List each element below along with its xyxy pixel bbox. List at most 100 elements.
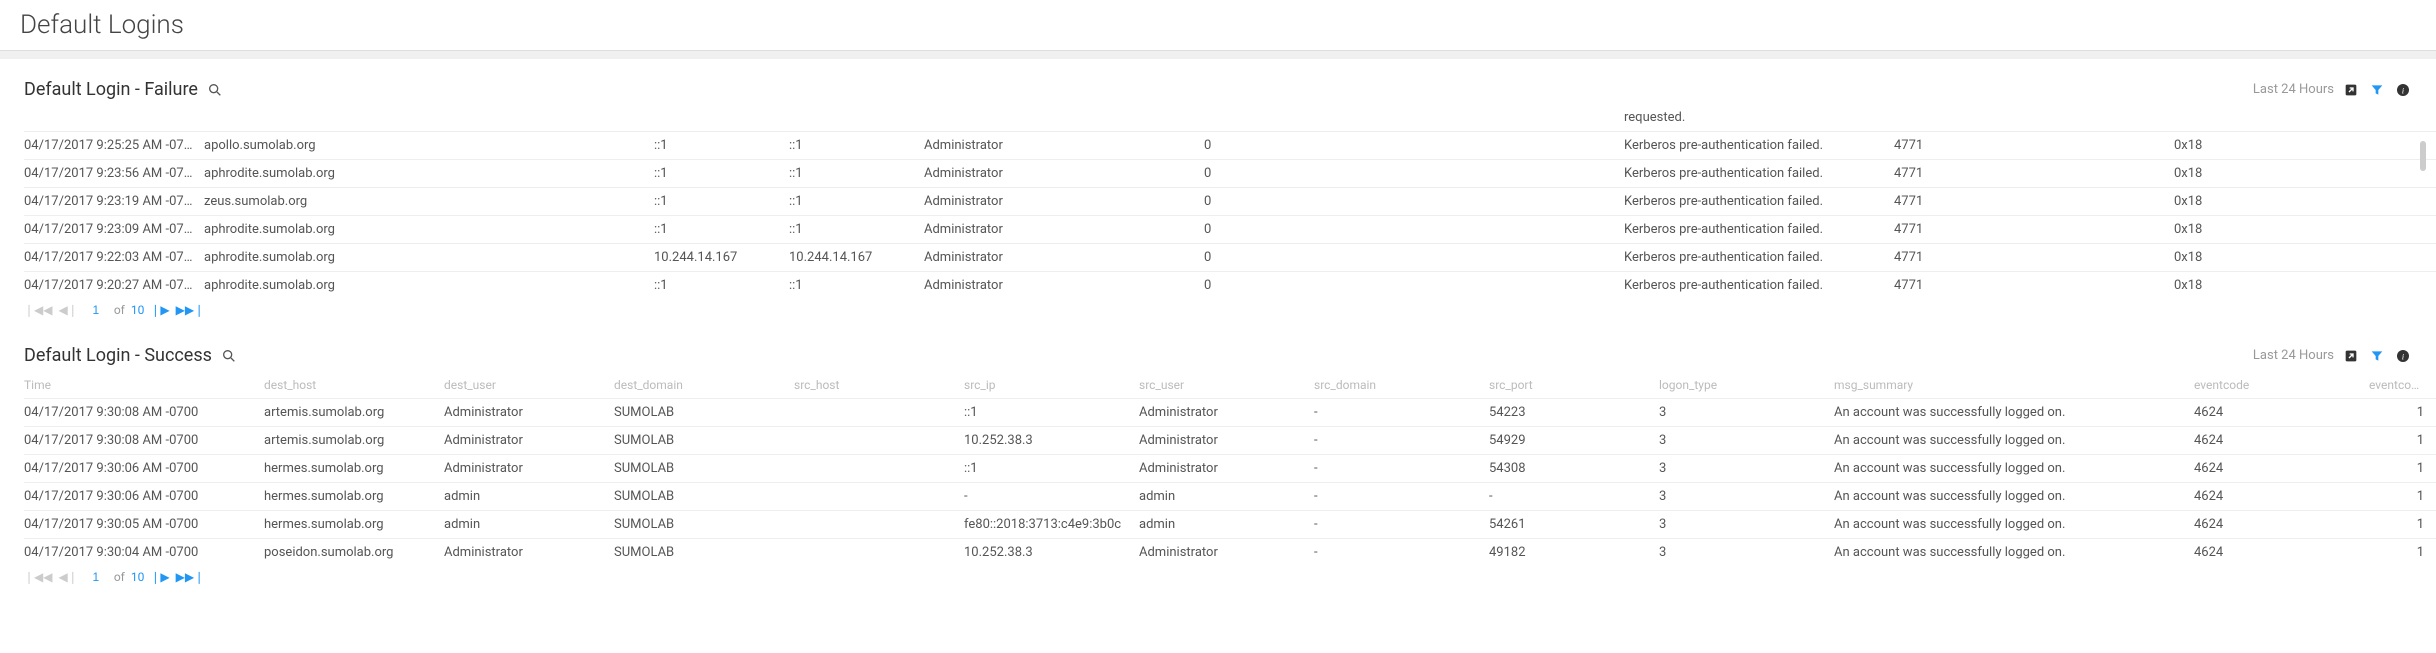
- column-header[interactable]: dest_user: [444, 372, 614, 399]
- cell-src_domain: -: [1314, 455, 1489, 483]
- cell-dest_host: artemis.sumolab.org: [264, 399, 444, 427]
- cell-eventcode: 4624: [2194, 455, 2369, 483]
- column-header[interactable]: Time: [24, 372, 264, 399]
- magnify-icon[interactable]: [206, 81, 224, 99]
- column-header[interactable]: dest_domain: [614, 372, 794, 399]
- filter-icon[interactable]: [2368, 81, 2386, 99]
- table-row[interactable]: 04/17/2017 9:30:08 AM -0700artemis.sumol…: [24, 427, 2436, 455]
- table-header-row: Timedest_hostdest_userdest_domainsrc_hos…: [24, 372, 2436, 399]
- filter-icon[interactable]: [2368, 347, 2386, 365]
- cell-time: 04/17/2017 9:23:09 AM -0700: [24, 216, 204, 244]
- column-header[interactable]: src_domain: [1314, 372, 1489, 399]
- cell-eventcount: 1: [2369, 483, 2436, 511]
- cell-user: Administrator: [924, 160, 1204, 188]
- page-current-input[interactable]: [84, 303, 108, 317]
- page-next-icon[interactable]: ❘▶: [150, 303, 169, 317]
- table-row[interactable]: 04/17/2017 9:30:06 AM -0700hermes.sumola…: [24, 455, 2436, 483]
- cell-src_domain: -: [1314, 427, 1489, 455]
- column-header[interactable]: eventcode: [2194, 372, 2369, 399]
- panel-failure-actions: Last 24 Hours i: [2253, 81, 2412, 99]
- cell-src_domain: -: [1314, 511, 1489, 539]
- page-total: 10: [131, 570, 145, 584]
- column-header[interactable]: src_user: [1139, 372, 1314, 399]
- cell-src_host: [794, 427, 964, 455]
- cell-code: 4771: [1894, 132, 2174, 160]
- scrollbar-thumb[interactable]: [2420, 141, 2426, 171]
- cell-src_host: [794, 399, 964, 427]
- cell-src_ip: ::1: [964, 399, 1139, 427]
- table-row[interactable]: 04/17/2017 9:23:56 AM -0700aphrodite.sum…: [24, 160, 2436, 188]
- column-header[interactable]: msg_summary: [1834, 372, 2194, 399]
- page-next-icon[interactable]: ❘▶: [150, 570, 169, 584]
- page-first-icon[interactable]: ❘◀◀: [24, 570, 53, 584]
- cell-code: 4771: [1894, 272, 2174, 300]
- header-divider: [0, 51, 2436, 59]
- page-of-label: of: [114, 303, 125, 317]
- cell-host: zeus.sumolab.org: [204, 188, 654, 216]
- cell-msg: Kerberos pre-authentication failed.: [1624, 216, 1894, 244]
- cell-src_host: [794, 455, 964, 483]
- cell-msg_summary: An account was successfully logged on.: [1834, 455, 2194, 483]
- cell-eventcode: 4624: [2194, 427, 2369, 455]
- cell-dest_user: Administrator: [444, 427, 614, 455]
- cell-dest_host: hermes.sumolab.org: [264, 483, 444, 511]
- cell-src2: ::1: [789, 216, 924, 244]
- column-header[interactable]: src_ip: [964, 372, 1139, 399]
- cell-msg_summary: An account was successfully logged on.: [1834, 539, 2194, 567]
- table-row[interactable]: 04/17/2017 9:30:06 AM -0700hermes.sumola…: [24, 483, 2436, 511]
- cell-time: 04/17/2017 9:20:27 AM -0700: [24, 272, 204, 300]
- cell-src1: ::1: [654, 188, 789, 216]
- cell-dest_domain: SUMOLAB: [614, 399, 794, 427]
- cell-eventcode: 4624: [2194, 511, 2369, 539]
- page-current-input[interactable]: [84, 570, 108, 584]
- cell-status: 0x18: [2174, 160, 2436, 188]
- table-row[interactable]: 04/17/2017 9:25:25 AM -0700apollo.sumola…: [24, 132, 2436, 160]
- cell-status: 0x18: [2174, 272, 2436, 300]
- panel-failure-header: Default Login - Failure Last 24 Hours i: [8, 69, 2428, 106]
- column-header[interactable]: eventcount: [2369, 372, 2436, 399]
- magnify-icon[interactable]: [220, 347, 238, 365]
- open-in-search-icon[interactable]: [2342, 347, 2360, 365]
- table-row[interactable]: 04/17/2017 9:20:27 AM -0700aphrodite.sum…: [24, 272, 2436, 300]
- cell-status: 0x18: [2174, 188, 2436, 216]
- info-icon[interactable]: i: [2394, 347, 2412, 365]
- cell-src_user: admin: [1139, 511, 1314, 539]
- column-header[interactable]: src_host: [794, 372, 964, 399]
- cell-host: apollo.sumolab.org: [204, 132, 654, 160]
- cell-src2: 10.244.14.167: [789, 244, 924, 272]
- cell-host: aphrodite.sumolab.org: [204, 272, 654, 300]
- cell-msg: Kerberos pre-authentication failed.: [1624, 132, 1894, 160]
- table-row[interactable]: 04/17/2017 9:30:08 AM -0700artemis.sumol…: [24, 399, 2436, 427]
- page-last-icon[interactable]: ▶▶❘: [176, 303, 205, 317]
- table-row[interactable]: 04/17/2017 9:23:09 AM -0700aphrodite.sum…: [24, 216, 2436, 244]
- failure-table-wrap: 04/17/2017 9:25:25 AM -0700apollo.sumola…: [8, 131, 2428, 325]
- cell-eventcount: 1: [2369, 539, 2436, 567]
- column-header[interactable]: src_port: [1489, 372, 1659, 399]
- table-row[interactable]: 04/17/2017 9:22:03 AM -0700aphrodite.sum…: [24, 244, 2436, 272]
- table-row[interactable]: 04/17/2017 9:30:04 AM -0700poseidon.sumo…: [24, 539, 2436, 567]
- page-last-icon[interactable]: ▶▶❘: [176, 570, 205, 584]
- cell-zero: 0: [1204, 272, 1624, 300]
- table-row[interactable]: 04/17/2017 9:30:05 AM -0700hermes.sumola…: [24, 511, 2436, 539]
- panel-failure: Default Login - Failure Last 24 Hours i: [8, 69, 2428, 325]
- cell-dest_domain: SUMOLAB: [614, 539, 794, 567]
- column-header[interactable]: logon_type: [1659, 372, 1834, 399]
- cell-src_user: Administrator: [1139, 539, 1314, 567]
- page-first-icon[interactable]: ❘◀◀: [24, 303, 53, 317]
- open-in-search-icon[interactable]: [2342, 81, 2360, 99]
- page-header: Default Logins: [0, 0, 2436, 51]
- cell-eventcount: 1: [2369, 427, 2436, 455]
- cell-time: 04/17/2017 9:30:06 AM -0700: [24, 455, 264, 483]
- cell-status: 0x18: [2174, 216, 2436, 244]
- table-row[interactable]: 04/17/2017 9:23:19 AM -0700zeus.sumolab.…: [24, 188, 2436, 216]
- page-prev-icon[interactable]: ◀❘: [59, 303, 78, 317]
- cell-src_domain: -: [1314, 399, 1489, 427]
- cell-code: 4771: [1894, 244, 2174, 272]
- column-header[interactable]: dest_host: [264, 372, 444, 399]
- cell-dest_user: admin: [444, 483, 614, 511]
- panel-success-actions: Last 24 Hours i: [2253, 347, 2412, 365]
- page-prev-icon[interactable]: ◀❘: [59, 570, 78, 584]
- info-icon[interactable]: i: [2394, 81, 2412, 99]
- cell-dest_user: Administrator: [444, 539, 614, 567]
- cell-src2: ::1: [789, 160, 924, 188]
